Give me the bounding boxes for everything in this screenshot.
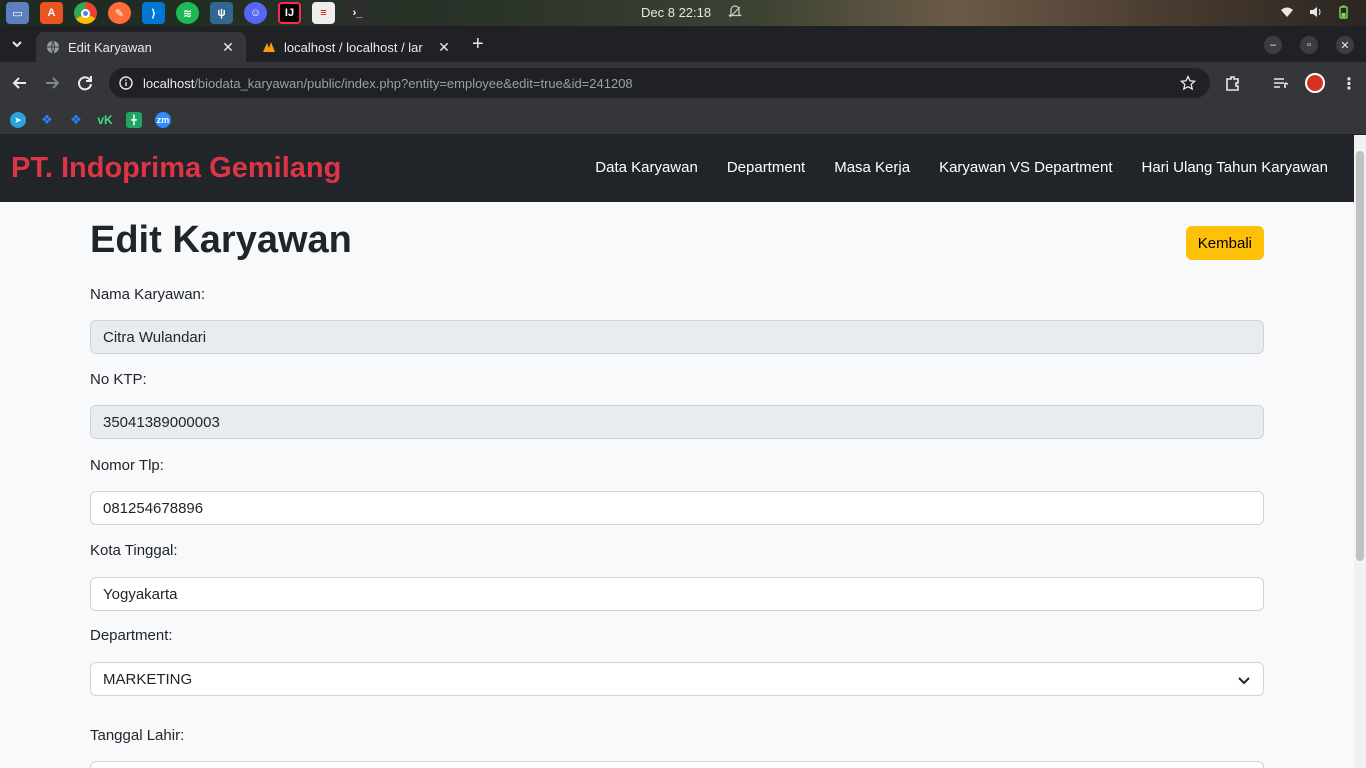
lahir-label: Tanggal Lahir:: [90, 727, 185, 744]
tlp-field[interactable]: 081254678896: [90, 491, 1264, 525]
close-window-icon[interactable]: ✕: [1336, 36, 1354, 54]
tab-title: Edit Karyawan: [68, 39, 152, 55]
vk-bookmark-icon[interactable]: vK: [97, 112, 113, 128]
ktp-value: 35041389000003: [103, 413, 220, 431]
pgadmin-app-icon[interactable]: ψ: [210, 2, 233, 24]
browser-menu-icon[interactable]: ⋮: [1341, 74, 1357, 94]
phpmyadmin-icon: [263, 42, 275, 52]
minimize-window-icon[interactable]: –: [1264, 36, 1282, 54]
tab-title: localhost / localhost / lar: [284, 39, 423, 55]
page-scrollbar[interactable]: [1354, 135, 1366, 768]
nav-link-masa-kerja[interactable]: Masa Kerja: [834, 159, 910, 176]
chevron-down-icon: [1238, 677, 1250, 685]
postman-app-icon[interactable]: ✎: [108, 2, 131, 24]
close-tab-icon[interactable]: ✕: [220, 39, 236, 56]
nama-value: Citra Wulandari: [103, 328, 207, 346]
media-queue-icon[interactable]: [1272, 74, 1290, 92]
tlp-value: 081254678896: [103, 499, 204, 517]
bookmark-star-icon[interactable]: [1180, 75, 1196, 91]
dept-label: Department:: [90, 627, 173, 644]
dept-select[interactable]: MARKETING: [90, 662, 1264, 696]
telegram-bookmark-icon[interactable]: ➤: [10, 112, 26, 128]
kota-value: Yogyakarta: [103, 585, 178, 603]
close-tab-icon[interactable]: ✕: [436, 39, 452, 56]
nav-link-karyawan-vs-department[interactable]: Karyawan VS Department: [939, 159, 1112, 176]
ktp-field[interactable]: 35041389000003: [90, 405, 1264, 439]
nama-label: Nama Karyawan:: [90, 286, 206, 303]
reload-icon[interactable]: [76, 74, 94, 92]
discord-app-icon[interactable]: ☺: [244, 2, 267, 24]
wifi-icon[interactable]: [1280, 5, 1294, 19]
app-store-app-icon[interactable]: A: [40, 2, 63, 24]
web-page: PT. Indoprima Gemilang Data Karyawan Dep…: [0, 135, 1354, 768]
tlp-label: Nomor Tlp:: [90, 457, 164, 474]
scrollbar-thumb[interactable]: [1356, 151, 1364, 561]
jira-bookmark-icon[interactable]: ❖: [39, 112, 55, 128]
system-tray: [1280, 5, 1350, 19]
vscode-app-icon[interactable]: ⟩: [142, 2, 165, 24]
nav-link-hari-ulang-tahun[interactable]: Hari Ulang Tahun Karyawan: [1142, 159, 1329, 176]
spotify-app-icon[interactable]: ≋: [176, 2, 199, 24]
notification-bell-icon[interactable]: [728, 5, 742, 19]
jira-software-bookmark-icon[interactable]: ❖: [68, 112, 84, 128]
nav-link-data-karyawan[interactable]: Data Karyawan: [595, 159, 698, 176]
globe-icon: [47, 40, 59, 54]
restore-window-icon[interactable]: ▫: [1300, 36, 1318, 54]
page-title: Edit Karyawan: [90, 219, 352, 261]
tab-phpmyadmin[interactable]: localhost / localhost / lar ✕: [252, 32, 462, 62]
back-arrow-icon[interactable]: [11, 74, 29, 92]
files-app-icon[interactable]: ▭: [6, 2, 29, 24]
kota-field[interactable]: Yogyakarta: [90, 577, 1264, 611]
url-host: localhost: [143, 75, 195, 91]
system-clock[interactable]: Dec 8 22:18: [641, 5, 711, 20]
extensions-puzzle-icon[interactable]: [1224, 74, 1242, 92]
site-navbar: PT. Indoprima Gemilang Data Karyawan Dep…: [0, 135, 1354, 202]
chrome-app-icon[interactable]: [74, 2, 97, 24]
site-info-icon[interactable]: [119, 76, 133, 90]
sheets-bookmark-icon[interactable]: ╋: [126, 112, 142, 128]
battery-icon[interactable]: [1336, 5, 1350, 19]
tab-edit-karyawan[interactable]: Edit Karyawan ✕: [36, 32, 246, 62]
browser-toolbar: localhost /biodata_karyawan/public/index…: [0, 62, 1366, 104]
tab-search-chevron-down-icon[interactable]: [6, 34, 28, 54]
nav-link-department[interactable]: Department: [727, 159, 805, 176]
address-bar[interactable]: localhost /biodata_karyawan/public/index…: [109, 68, 1210, 98]
zoom-bookmark-icon[interactable]: zm: [155, 112, 171, 128]
forward-arrow-icon[interactable]: [43, 74, 61, 92]
nama-field[interactable]: Citra Wulandari: [90, 320, 1264, 354]
bookmarks-bar: ➤ ❖ ❖ vK ╋ zm: [0, 104, 1366, 135]
intellij-app-icon[interactable]: IJ: [278, 2, 301, 24]
lahir-field[interactable]: [90, 761, 1264, 768]
profile-avatar[interactable]: [1305, 73, 1325, 93]
dock-apps: ▭ A ✎ ⟩ ≋ ψ ☺ IJ ≡ ›_: [6, 2, 369, 24]
url-path: /biodata_karyawan/public/index.php?entit…: [194, 75, 633, 91]
site-brand[interactable]: PT. Indoprima Gemilang: [11, 152, 341, 185]
dept-value: MARKETING: [103, 670, 193, 688]
nav-links: Data Karyawan Department Masa Kerja Kary…: [595, 159, 1328, 176]
back-button[interactable]: Kembali: [1185, 226, 1264, 260]
new-tab-plus-icon[interactable]: +: [472, 34, 484, 54]
browser-tab-strip: Edit Karyawan ✕ localhost / localhost / …: [0, 26, 1366, 62]
volume-icon[interactable]: [1308, 5, 1322, 19]
ktp-label: No KTP:: [90, 371, 147, 388]
terminal-app-icon[interactable]: ›_: [346, 2, 369, 24]
os-top-bar: ▭ A ✎ ⟩ ≋ ψ ☺ IJ ≡ ›_ Dec 8 22:18: [0, 0, 1366, 26]
kota-label: Kota Tinggal:: [90, 542, 178, 559]
notes-app-icon[interactable]: ≡: [312, 2, 335, 24]
